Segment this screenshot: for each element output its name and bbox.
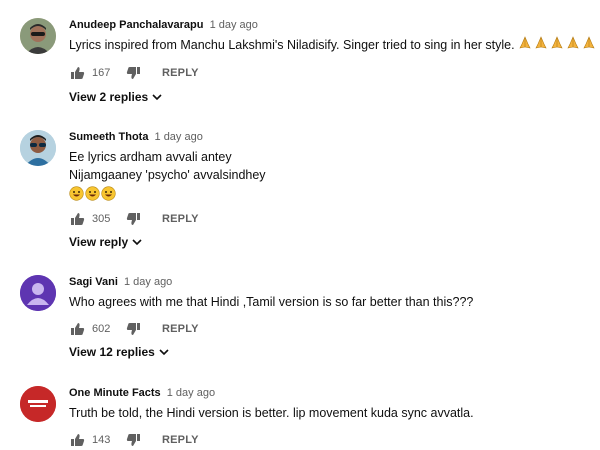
like-count: 305 <box>92 213 111 225</box>
comment-text: Lyrics inspired from Manchu Lakshmi's Ni… <box>69 36 596 54</box>
comment-header: Sumeeth Thota 1 day ago <box>69 130 203 144</box>
avatar[interactable] <box>20 18 56 54</box>
comment-actions: 305 REPLY <box>70 211 199 227</box>
folded-hands-icon <box>566 36 580 55</box>
chevron-down-icon <box>132 238 142 246</box>
reply-button[interactable]: REPLY <box>162 434 199 446</box>
avatar[interactable] <box>20 386 56 422</box>
view-replies-label: View 2 replies <box>69 90 149 104</box>
reply-button[interactable]: REPLY <box>162 323 199 335</box>
comment-text: Ee lyrics ardham avvali antey Nijamgaane… <box>69 148 266 202</box>
author-name[interactable]: Sagi Vani <box>69 276 118 288</box>
author-name[interactable]: One Minute Facts <box>69 387 161 399</box>
folded-hands-icon <box>582 36 596 55</box>
like-count: 602 <box>92 323 111 335</box>
view-replies-button[interactable]: View reply <box>69 235 142 249</box>
view-replies-button[interactable]: View 12 replies <box>69 345 169 359</box>
comment-header: One Minute Facts 1 day ago <box>69 386 215 400</box>
chevron-down-icon <box>159 348 169 356</box>
thumb-down-icon[interactable] <box>126 322 141 336</box>
comment-timestamp[interactable]: 1 day ago <box>210 19 258 31</box>
thumb-up-icon[interactable] <box>70 433 85 447</box>
comment-header: Sagi Vani 1 day ago <box>69 275 172 289</box>
view-replies-label: View 12 replies <box>69 345 155 359</box>
folded-hands-icon <box>518 36 532 55</box>
like-count: 143 <box>92 434 111 446</box>
thumb-up-icon[interactable] <box>70 322 85 336</box>
avatar[interactable] <box>20 130 56 166</box>
emoji-group <box>518 36 596 55</box>
folded-hands-icon <box>534 36 548 55</box>
comment-actions: 602 REPLY <box>70 321 199 337</box>
comment-actions: 143 REPLY <box>70 432 199 448</box>
author-name[interactable]: Anudeep Panchalavarapu <box>69 19 204 31</box>
view-replies-label: View reply <box>69 235 129 249</box>
thumb-down-icon[interactable] <box>126 66 141 80</box>
comment-text: Who agrees with me that Hindi ,Tamil ver… <box>69 293 473 311</box>
emoji-group <box>69 184 266 202</box>
reply-button[interactable]: REPLY <box>162 67 199 79</box>
comment-header: Anudeep Panchalavarapu 1 day ago <box>69 18 258 32</box>
folded-hands-icon <box>550 36 564 55</box>
comment-line: Ee lyrics ardham avvali antey <box>69 150 232 164</box>
grinning-face-icon <box>85 185 100 201</box>
comment-line: Lyrics inspired from Manchu Lakshmi's Ni… <box>69 38 515 52</box>
comment-text: Truth be told, the Hindi version is bett… <box>69 404 474 422</box>
thumb-up-icon[interactable] <box>70 66 85 80</box>
comment-timestamp[interactable]: 1 day ago <box>167 387 215 399</box>
comment-line: Who agrees with me that Hindi ,Tamil ver… <box>69 295 474 309</box>
comment-line: Nijamgaaney 'psycho' avvalsindhey <box>69 168 266 182</box>
author-name[interactable]: Sumeeth Thota <box>69 131 148 143</box>
view-replies-button[interactable]: View 2 replies <box>69 90 162 104</box>
reply-button[interactable]: REPLY <box>162 213 199 225</box>
comment-timestamp[interactable]: 1 day ago <box>155 131 203 143</box>
like-count: 167 <box>92 67 111 79</box>
chevron-down-icon <box>152 93 162 101</box>
thumb-up-icon[interactable] <box>70 212 85 226</box>
thumb-down-icon[interactable] <box>126 212 141 226</box>
grinning-face-icon <box>69 185 84 201</box>
thumb-down-icon[interactable] <box>126 433 141 447</box>
avatar[interactable] <box>20 275 56 311</box>
comment-timestamp[interactable]: 1 day ago <box>124 276 172 288</box>
comment-line: Truth be told, the Hindi version is bett… <box>69 406 474 420</box>
grinning-face-icon <box>101 185 116 201</box>
comment-actions: 167 REPLY <box>70 65 199 81</box>
